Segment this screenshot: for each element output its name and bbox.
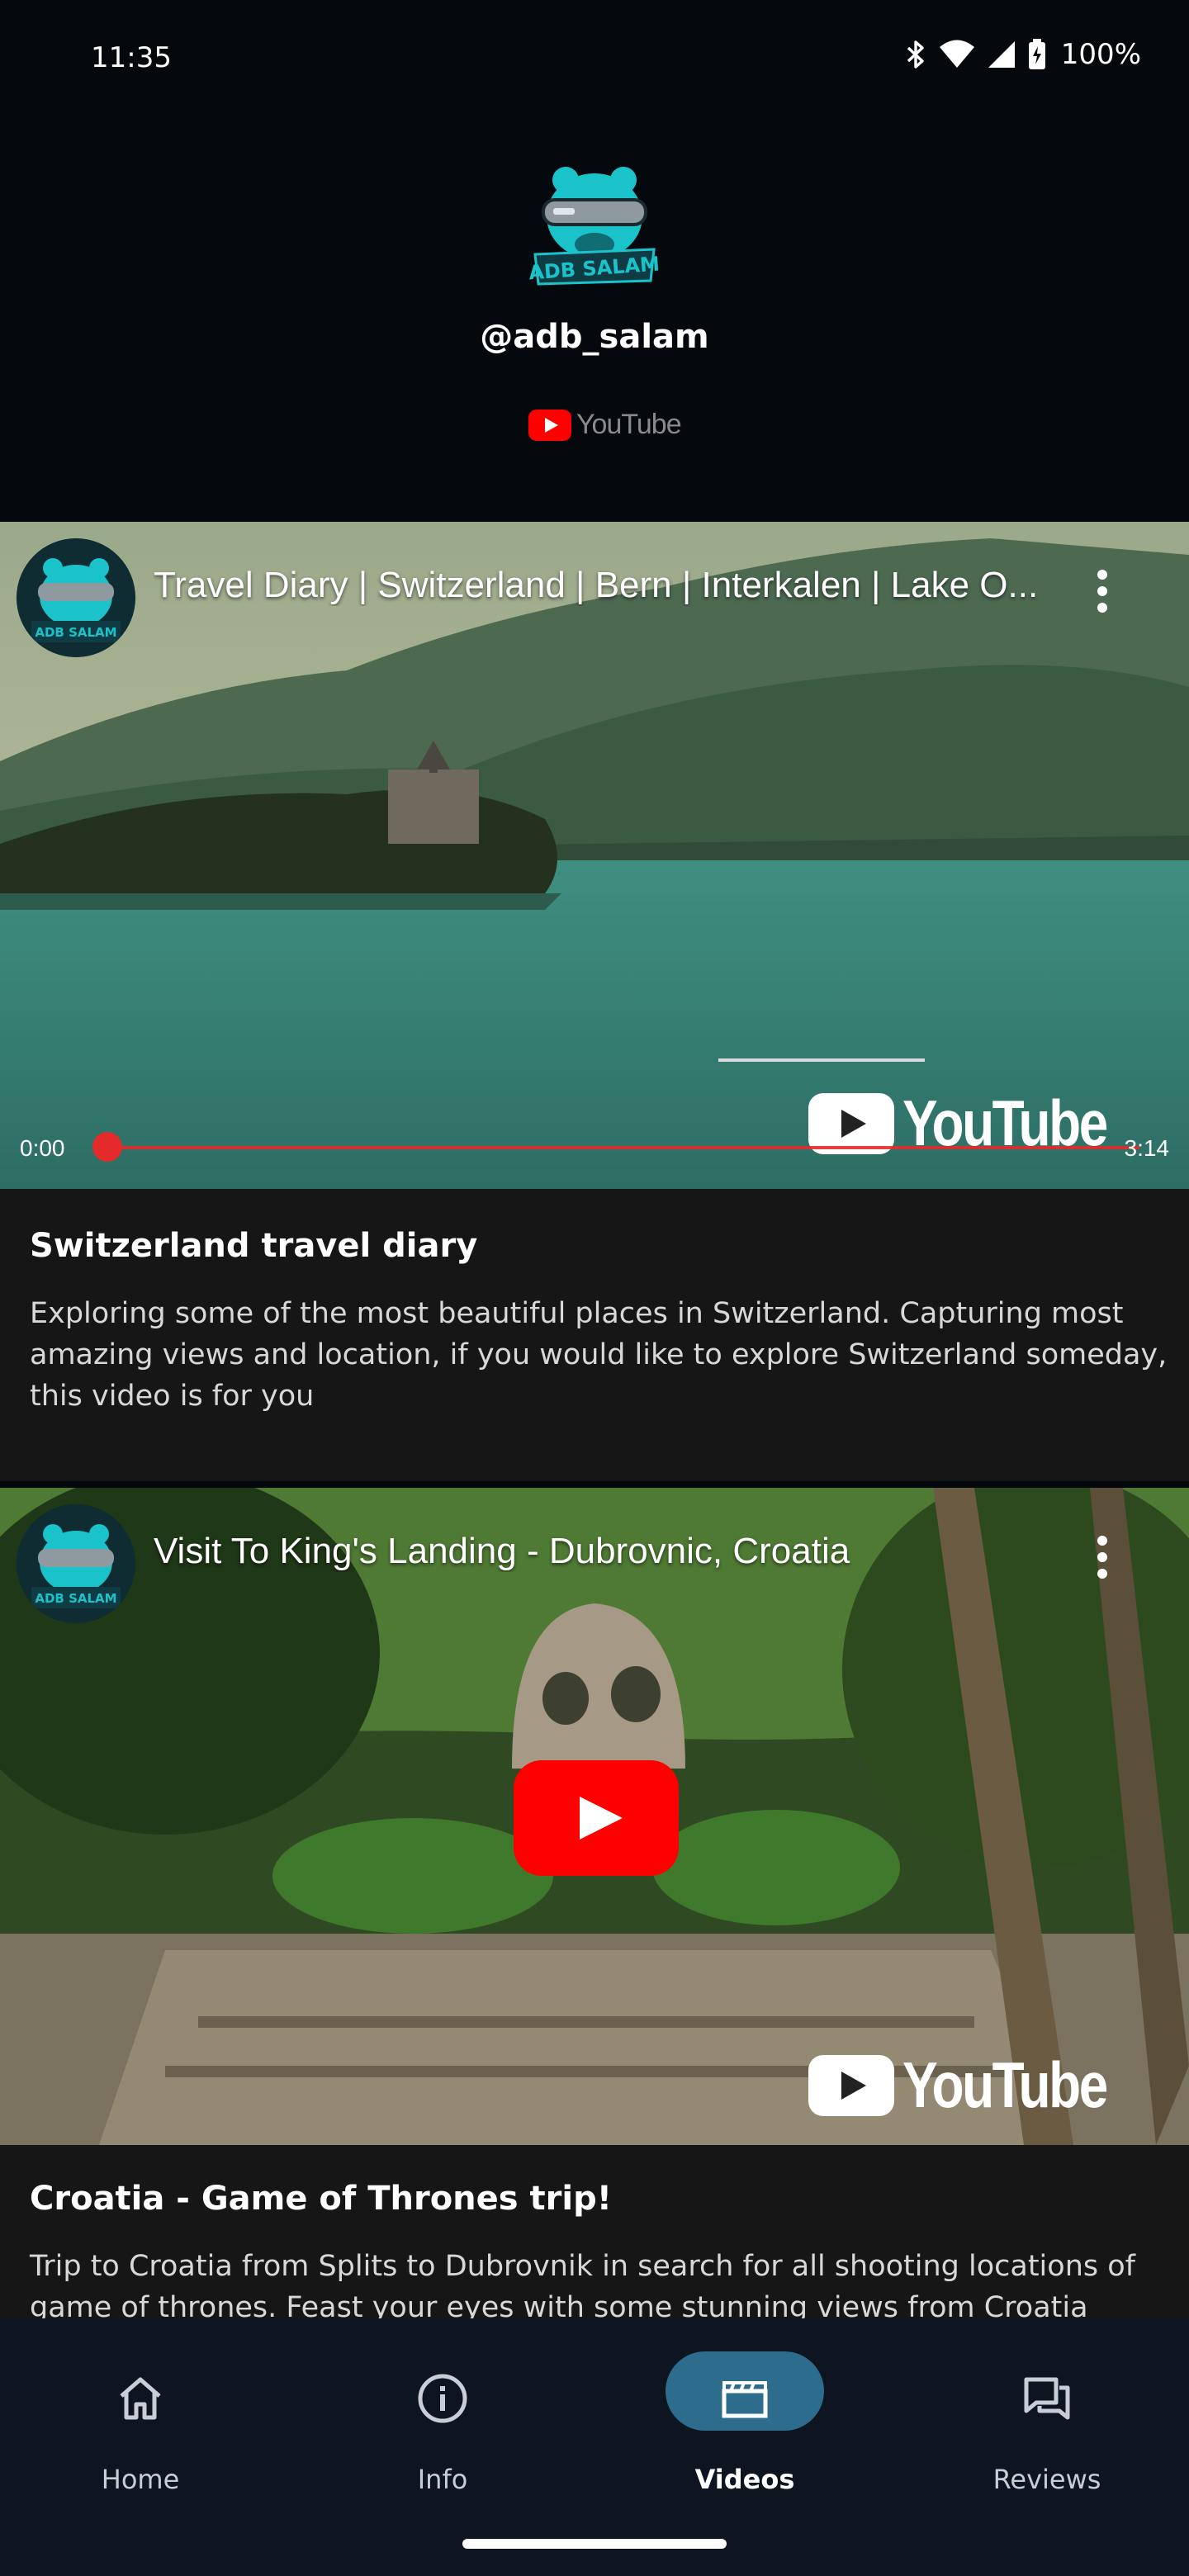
channel-avatar[interactable]: ADB SALAM <box>17 1504 135 1623</box>
channel-avatar[interactable]: ADB SALAM <box>17 538 135 657</box>
card-description: Exploring some of the most beautiful pla… <box>30 1297 1168 1413</box>
progress-scrubber[interactable] <box>92 1132 122 1162</box>
nav-label: Videos <box>694 2464 795 2495</box>
card-title: Croatia - Game of Thrones trip! <box>30 2180 612 2218</box>
card-title: Switzerland travel diary <box>30 1227 478 1265</box>
profile-header: ADB SALAM @adb_salam YouTube <box>0 116 1189 522</box>
progress-bar[interactable] <box>107 1146 1139 1149</box>
svg-text:ADB SALAM: ADB SALAM <box>35 625 116 640</box>
youtube-watermark[interactable]: YouTube <box>808 2048 1151 2123</box>
status-bar: 11:35 100% <box>0 0 1189 116</box>
video-player[interactable]: ADB SALAM Visit To King's Landing - Dubr… <box>0 1488 1189 2145</box>
play-icon[interactable] <box>514 1760 679 1876</box>
youtube-watermark-label: YouTube <box>902 2048 1108 2121</box>
cellular-signal-icon <box>988 41 1015 68</box>
video-title[interactable]: Visit To King's Landing - Dubrovnic, Cro… <box>154 1531 1054 1572</box>
youtube-brand: YouTube <box>528 409 682 441</box>
video-card: ADB SALAM Travel Diary | Switzerland | B… <box>0 522 1189 1481</box>
status-time: 11:35 <box>91 41 172 74</box>
nav-reviews[interactable]: Reviews <box>948 2351 1146 2495</box>
channel-handle: @adb_salam <box>480 318 709 356</box>
youtube-brand-label: YouTube <box>576 409 682 440</box>
video-player[interactable]: ADB SALAM Travel Diary | Switzerland | B… <box>0 522 1189 1189</box>
video-card: ADB SALAM Visit To King's Landing - Dubr… <box>0 1488 1189 2318</box>
bottom-navigation: Home Info Videos Reviews <box>0 2318 1189 2576</box>
total-duration: 3:14 <box>1124 1135 1170 1161</box>
battery-icon <box>1028 39 1045 69</box>
info-icon <box>418 2374 467 2423</box>
nav-label: Reviews <box>992 2464 1101 2495</box>
youtube-logo-icon <box>528 409 571 441</box>
nav-label: Info <box>417 2464 468 2495</box>
nav-home[interactable]: Home <box>41 2351 239 2495</box>
current-time: 0:00 <box>20 1135 65 1161</box>
chat-bubbles-icon <box>1024 2377 1070 2420</box>
home-icon <box>120 2377 161 2420</box>
wifi-icon <box>939 40 974 68</box>
youtube-logo-icon <box>808 2054 894 2116</box>
more-options-icon[interactable] <box>1082 1529 1123 1603</box>
nav-label: Home <box>101 2464 180 2495</box>
nav-info[interactable]: Info <box>343 2351 542 2495</box>
card-description: Trip to Croatia from Splits to Dubrovnik… <box>30 2250 1135 2318</box>
status-icons: 100% <box>906 38 1141 71</box>
clapperboard-icon <box>722 2381 768 2418</box>
caption-bar <box>718 1058 925 1062</box>
channel-logo: ADB SALAM <box>520 149 669 297</box>
more-options-icon[interactable] <box>1082 563 1123 637</box>
youtube-watermark[interactable]: YouTube <box>808 1086 1151 1161</box>
youtube-watermark-label: YouTube <box>902 1087 1108 1159</box>
home-gesture-bar[interactable] <box>462 2539 727 2549</box>
video-title[interactable]: Travel Diary | Switzerland | Bern | Inte… <box>154 565 1054 606</box>
nav-videos[interactable]: Videos <box>646 2351 844 2495</box>
battery-percentage: 100% <box>1060 38 1141 71</box>
bluetooth-icon <box>907 40 924 69</box>
svg-text:ADB SALAM: ADB SALAM <box>35 1591 116 1606</box>
youtube-logo-icon <box>808 1092 894 1154</box>
